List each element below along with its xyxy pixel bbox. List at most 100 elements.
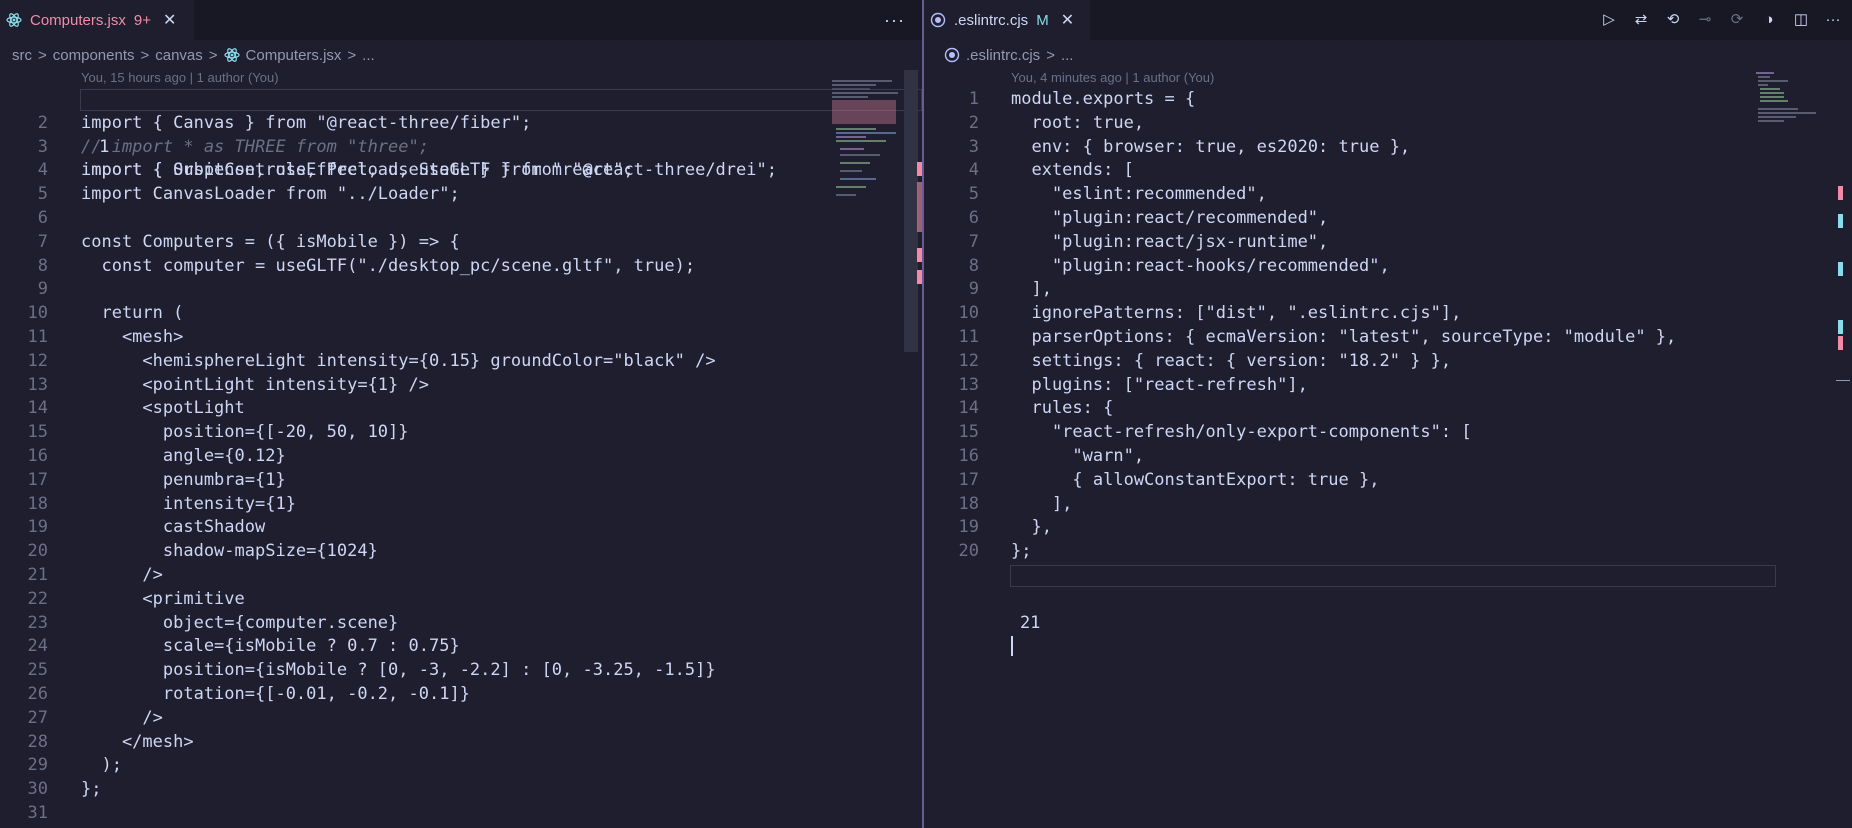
code-line: 19 },	[924, 516, 1852, 540]
code-text: settings: { react: { version: "18.2" } }…	[1011, 350, 1452, 371]
right-editor-pane: .eslintrc.cjs M ✕ ▷ ⇄ ⟲ ⊸ ⟳ ◑ ◫ ··· .esl…	[924, 0, 1852, 828]
line-number: 15	[27, 422, 48, 443]
line-number: 11	[27, 326, 48, 347]
code-text: ],	[1011, 493, 1073, 514]
chevron-right-icon: >	[208, 46, 218, 64]
code-text: "plugin:react/jsx-runtime",	[1011, 231, 1329, 252]
code-line: 6	[0, 207, 922, 231]
code-line: 27 />	[0, 707, 922, 731]
code-text: import { OrbitControls, Preload, useGLTF…	[81, 160, 777, 181]
code-line: 19 castShadow	[0, 516, 922, 540]
code-line: 24 scale={isMobile ? 0.7 : 0.75}	[0, 635, 922, 659]
code-line: 21 />	[0, 564, 922, 588]
line-number: 13	[958, 374, 979, 395]
code-line: 1 module.exports = {	[924, 88, 1852, 112]
line-number: 4	[968, 160, 979, 181]
code-text: intensity={1}	[81, 493, 296, 514]
eslint-icon	[930, 12, 946, 28]
next-change-icon[interactable]: ⟳	[1726, 8, 1748, 30]
breadcrumb-src[interactable]: src	[12, 47, 32, 64]
code-line: 9 ],	[924, 278, 1852, 302]
previous-change-icon[interactable]: ⟲	[1662, 8, 1684, 30]
code-line: 9	[0, 278, 922, 302]
tab-title: Computers.jsx	[30, 11, 126, 29]
line-number: 19	[958, 517, 979, 538]
code-line: 31	[0, 802, 922, 826]
code-text: <primitive	[81, 588, 245, 609]
close-icon[interactable]: ✕	[1061, 10, 1074, 30]
minimap[interactable]	[832, 70, 904, 210]
code-line: 3 // import * as THREE from "three";	[0, 136, 922, 160]
line-number: 11	[958, 326, 979, 347]
code-text: import { Canvas } from "@react-three/fib…	[81, 112, 532, 133]
line-number: 19	[27, 517, 48, 538]
run-icon[interactable]: ▷	[1598, 8, 1620, 30]
blame-annotation[interactable]: You, 4 minutes ago | 1 author (You)	[1011, 70, 1214, 85]
code-text: rules: {	[1011, 398, 1114, 419]
line-number: 6	[37, 207, 48, 228]
code-line: 13 plugins: ["react-refresh"],	[924, 374, 1852, 398]
code-line: 1 import { Suspense, useEffect, useState…	[0, 88, 922, 180]
git-graph-icon[interactable]: ◑	[1758, 8, 1780, 30]
code-line: 14 <spotLight	[0, 397, 922, 421]
blame-annotation[interactable]: You, 15 hours ago | 1 author (You)	[81, 70, 279, 85]
minimap-preview	[1756, 72, 1816, 122]
code-text: };	[81, 779, 102, 800]
code-line: 4 extends: [	[924, 159, 1852, 183]
code-text: <spotLight	[81, 398, 245, 419]
code-text: position={isMobile ? [0, -3, -2.2] : [0,…	[81, 660, 716, 681]
react-icon	[223, 48, 240, 62]
code-text: };	[1011, 541, 1032, 562]
code-line: 29 );	[0, 754, 922, 778]
eslint-icon	[944, 47, 960, 63]
left-tab-bar: Computers.jsx 9+ ✕ ···	[0, 0, 922, 40]
code-line: 28 </mesh>	[0, 731, 922, 755]
current-line-highlight	[80, 89, 922, 111]
commit-icon[interactable]: ⊸	[1694, 8, 1716, 30]
chevron-right-icon: >	[347, 46, 357, 64]
tab-eslintrc[interactable]: .eslintrc.cjs M ✕	[924, 0, 1090, 40]
more-actions-icon[interactable]: ···	[884, 10, 905, 31]
line-number: 1	[968, 89, 979, 109]
code-line: 30};	[0, 778, 922, 802]
code-editor[interactable]: 1 module.exports = { 2 root: true, 3 env:…	[924, 88, 1852, 657]
code-line: 5 import CanvasLoader from "../Loader";	[0, 183, 922, 207]
line-number: 26	[27, 683, 48, 704]
tab-computers-jsx[interactable]: Computers.jsx 9+ ✕	[0, 0, 194, 40]
line-number: 12	[27, 350, 48, 371]
more-actions-icon[interactable]: ···	[1822, 8, 1844, 30]
breadcrumb-file[interactable]: Computers.jsx	[246, 47, 342, 64]
line-number: 24	[27, 636, 48, 657]
split-editor-icon[interactable]: ◫	[1790, 8, 1812, 30]
code-line: 20 shadow-mapSize={1024}	[0, 540, 922, 564]
code-text: castShadow	[81, 517, 266, 538]
compare-changes-icon[interactable]: ⇄	[1630, 8, 1652, 30]
code-text: root: true,	[1011, 112, 1145, 133]
breadcrumb-components[interactable]: components	[53, 47, 135, 64]
breadcrumb-canvas[interactable]: canvas	[155, 47, 203, 64]
breadcrumb-symbol[interactable]: ...	[362, 47, 375, 64]
code-line: 26 rotation={[-0.01, -0.2, -0.1]}	[0, 683, 922, 707]
code-editor[interactable]: 1 import { Suspense, useEffect, useState…	[0, 88, 922, 826]
code-line: 5 "eslint:recommended",	[924, 183, 1852, 207]
code-text: />	[81, 707, 163, 728]
vertical-scrollbar[interactable]	[904, 70, 918, 352]
line-number: 27	[27, 707, 48, 728]
text-cursor	[1011, 635, 1013, 659]
scroll-position-marker	[1836, 380, 1850, 381]
line-number: 20	[27, 541, 48, 562]
code-line: 13 <pointLight intensity={1} />	[0, 374, 922, 398]
code-line: 10 return (	[0, 302, 922, 326]
code-text: <hemisphereLight intensity={0.15} ground…	[81, 350, 716, 371]
code-line: 10 ignorePatterns: ["dist", ".eslintrc.c…	[924, 302, 1852, 326]
line-number: 28	[27, 731, 48, 752]
code-line: 15 "react-refresh/only-export-components…	[924, 421, 1852, 445]
breadcrumb-file[interactable]: .eslintrc.cjs	[966, 47, 1040, 64]
minimap[interactable]	[1756, 70, 1826, 130]
breadcrumb-symbol[interactable]: ...	[1061, 47, 1074, 64]
close-icon[interactable]: ✕	[163, 10, 176, 30]
code-text: rotation={[-0.01, -0.2, -0.1]}	[81, 683, 470, 704]
code-line: 8 "plugin:react-hooks/recommended",	[924, 255, 1852, 279]
code-line: 16 angle={0.12}	[0, 445, 922, 469]
code-text: shadow-mapSize={1024}	[81, 541, 378, 562]
